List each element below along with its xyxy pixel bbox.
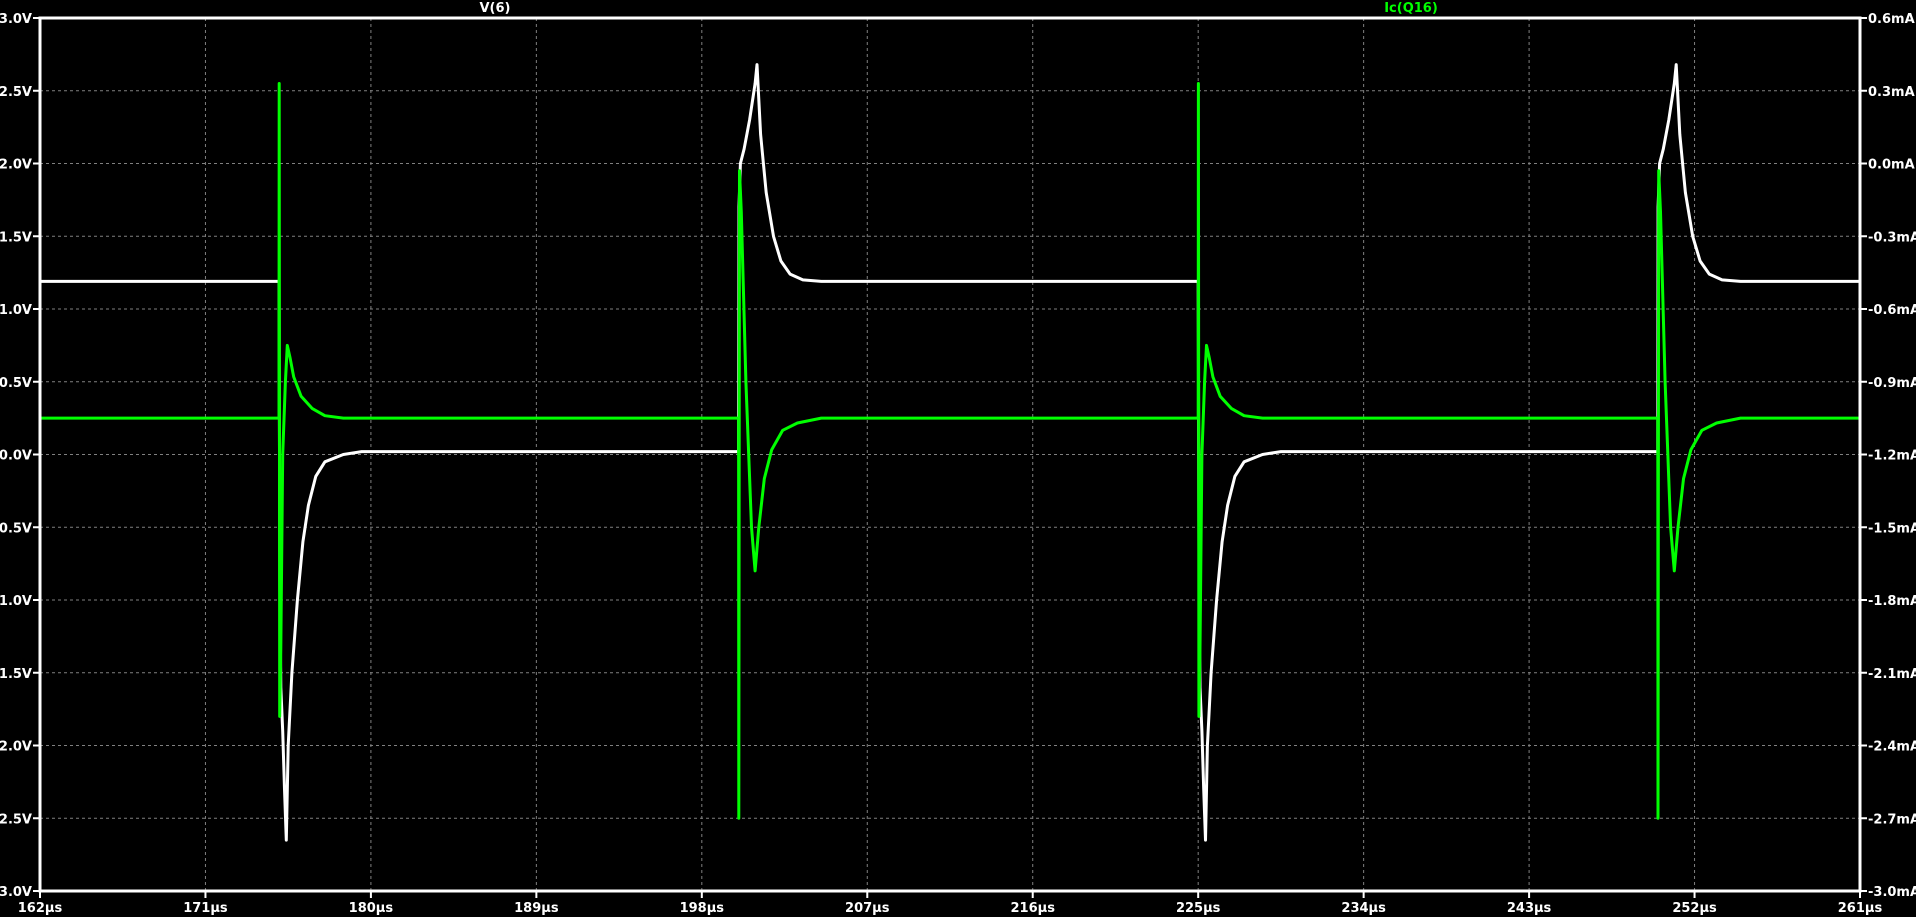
y-right-tick-label: -0.9mA [1868, 376, 1916, 391]
x-tick-label: 162µs [18, 901, 63, 916]
grid [40, 18, 1860, 891]
x-tick-label: 261µs [1838, 901, 1883, 916]
waveform-plot[interactable]: 162µs 171µs 180µs 189µs 198µs 207µs 216µs 225µs… [0, 0, 1916, 917]
x-tick-label: 171µs [183, 901, 228, 916]
x-tick-label: 216µs [1011, 901, 1056, 916]
y-left-tick-label: -3.0V [0, 885, 32, 900]
traces [40, 63, 1860, 842]
x-tick-label: 180µs [349, 901, 394, 916]
y-right-tick-label: 0.0mA [1868, 158, 1915, 173]
x-tick-label: 252µs [1672, 901, 1717, 916]
y-right-tick-label: -2.7mA [1868, 812, 1916, 827]
y-left-tick-label: -1.5V [0, 667, 32, 682]
y-left-tick-label: 2.0V [0, 158, 32, 173]
trace-label[interactable]: Ic(Q16) [1384, 1, 1438, 16]
trace-label[interactable]: V(6) [480, 1, 511, 16]
y-left-tick-label: 1.0V [0, 303, 32, 318]
y-right-tick-label: -2.1mA [1868, 667, 1916, 682]
y-left-tick-label: 0.5V [0, 376, 32, 391]
y-left-tick-label: 3.0V [0, 12, 32, 27]
y-left-tick-label: -1.0V [0, 594, 32, 609]
y-right-tick-label: -1.2mA [1868, 449, 1916, 464]
x-tick-label: 225µs [1176, 901, 1221, 916]
y-right-tick-label: 0.6mA [1868, 12, 1915, 27]
y-right-tick-label: 0.3mA [1868, 85, 1915, 100]
y-right-tick-label: -3.0mA [1868, 885, 1916, 900]
y-right-tick-label: -1.5mA [1868, 521, 1916, 536]
y-left-tick-label: 2.5V [0, 85, 32, 100]
x-tick-label: 243µs [1507, 901, 1552, 916]
y-right-tick-label: -0.6mA [1868, 303, 1916, 318]
x-tick-label: 189µs [514, 901, 559, 916]
axes [33, 16, 1867, 898]
x-tick-label: 207µs [845, 901, 890, 916]
y-left-tick-label: 0.0V [0, 449, 32, 464]
y-left-tick-label: -2.0V [0, 740, 32, 755]
x-tick-label: 198µs [680, 901, 725, 916]
y-right-tick-label: -1.8mA [1868, 594, 1916, 609]
y-left-tick-label: -2.5V [0, 812, 32, 827]
trace-labels[interactable]: V(6) Ic(Q16) [480, 1, 1438, 16]
trace-v-6- [40, 63, 1860, 842]
y-left-tick-label: -0.5V [0, 521, 32, 536]
y-left-tick-label: 1.5V [0, 230, 32, 245]
x-tick-label: 234µs [1341, 901, 1386, 916]
y-right-tick-label: -2.4mA [1868, 740, 1916, 755]
y-right-tick-label: -0.3mA [1868, 230, 1916, 245]
